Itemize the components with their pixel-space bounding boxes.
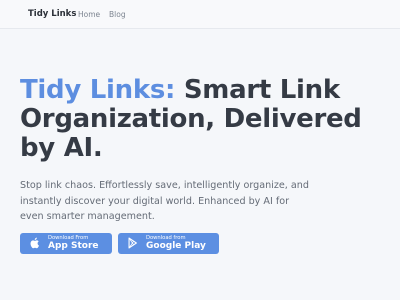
app-store-button[interactable]: Download From App Store xyxy=(20,233,112,254)
hero-description: Stop link chaos. Effortlessly save, inte… xyxy=(20,180,309,222)
app-store-label: App Store xyxy=(48,241,99,251)
top-nav: Tidy Links Home Blog xyxy=(0,0,400,29)
brand-logo-link[interactable]: Tidy Links xyxy=(28,9,76,19)
apple-icon xyxy=(30,237,39,249)
nav-link-home[interactable]: Home xyxy=(78,10,100,19)
google-play-label: Google Play xyxy=(146,241,206,251)
play-icon xyxy=(128,237,137,249)
google-play-button[interactable]: Download from Google Play xyxy=(118,233,219,254)
nav-link-blog[interactable]: Blog xyxy=(109,10,126,19)
hero-title-accent: Tidy Links: xyxy=(20,75,176,105)
hero-title: Tidy Links: Smart Link Organization, Del… xyxy=(20,76,390,163)
